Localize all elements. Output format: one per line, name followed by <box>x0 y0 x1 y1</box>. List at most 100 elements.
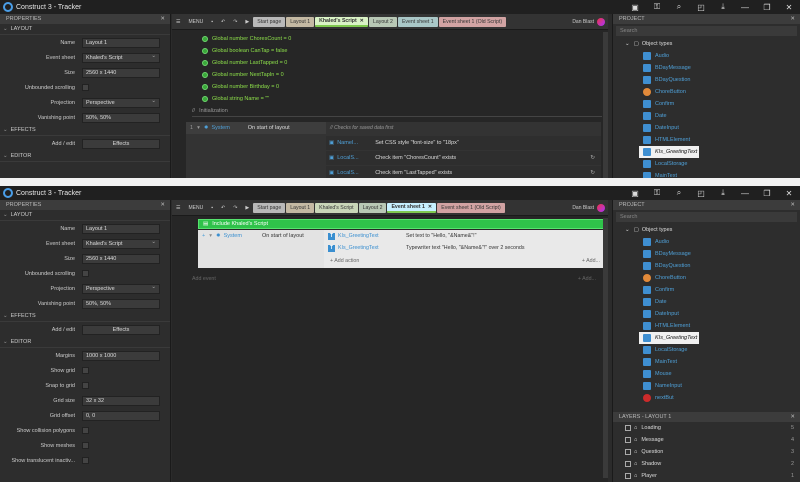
lock-icon[interactable]: ⌂ <box>634 425 637 431</box>
action-object[interactable]: NameI... <box>337 140 365 146</box>
object-types-folder[interactable]: ⌄ ▢ Object types <box>613 224 800 236</box>
lock-icon[interactable]: ⌂ <box>634 437 637 443</box>
undo-icon[interactable]: ↶ <box>217 205 229 211</box>
global-variable-row[interactable]: Global number Birthday = 0 <box>172 81 608 93</box>
project-object-audio[interactable]: Audio <box>613 236 800 248</box>
add-action-link[interactable]: + Add action <box>330 258 359 264</box>
condition[interactable]: On start of layout <box>262 233 304 239</box>
action-row[interactable]: T KIs_GreetingText Typewriter text "Hello,… <box>324 242 606 254</box>
download-icon[interactable]: ⤓ <box>712 2 734 12</box>
name-field[interactable]: Layout 1 <box>82 37 160 48</box>
project-object-bdaymessage[interactable]: BDayMessage <box>613 62 800 74</box>
action-text[interactable]: Typewriter text "Hello, "&Name&"!" over … <box>406 245 525 251</box>
tab-3[interactable]: Layout 2 <box>358 202 387 213</box>
project-object-dateinput[interactable]: DateInput <box>613 308 800 320</box>
tab-3[interactable]: Layout 2 <box>369 16 397 27</box>
eventsheet-select[interactable]: Khaled's Script <box>82 52 160 63</box>
tab-0[interactable]: Start page <box>253 16 286 27</box>
layer-row[interactable]: ⌂ Message 4 <box>613 434 800 446</box>
tab-1[interactable]: Layout 1 <box>286 202 315 213</box>
redo-icon[interactable]: ↷ <box>229 205 241 211</box>
project-object-maintext[interactable]: MainText <box>613 170 800 178</box>
menu-icon[interactable]: ☰ <box>172 19 184 25</box>
tab-0[interactable]: Start page <box>253 202 286 213</box>
close-icon[interactable]: ✕ <box>790 202 795 208</box>
action-row[interactable]: ▣ LocalS... Check item "LastTapped" exists… <box>326 166 601 178</box>
global-variable-row[interactable]: Global number NextTapIn = 0 <box>172 69 608 81</box>
project-object-bdayquestion[interactable]: BDayQuestion <box>613 74 800 86</box>
tab-2[interactable]: Khaled's Script ✕ <box>315 16 369 27</box>
menu-button[interactable]: MENU <box>184 19 207 25</box>
action-object[interactable]: KIs_GreetingText <box>338 245 400 251</box>
addon-icon[interactable]: ◰ <box>690 3 712 12</box>
scrollbar[interactable] <box>603 218 608 478</box>
minimize-icon[interactable]: — <box>734 189 756 198</box>
vanishing-field[interactable]: 50%, 50% <box>82 298 160 309</box>
play-icon[interactable]: ▶ <box>241 205 253 211</box>
event-block[interactable]: 1 ▾ ✹ System On start of layout // Checks… <box>186 122 601 178</box>
project-object-date[interactable]: Date <box>613 110 800 122</box>
global-variable-row[interactable]: Global boolean CanTap = false <box>172 45 608 57</box>
project-object-maintext[interactable]: MainText <box>613 356 800 368</box>
group-initialization[interactable]: //Initialization <box>192 105 602 117</box>
project-object-bdayquestion[interactable]: BDayQuestion <box>613 260 800 272</box>
project-object-bdaymessage[interactable]: BDayMessage <box>613 248 800 260</box>
action-text[interactable]: Check item "ChoresCount" exists <box>375 155 590 161</box>
layer-row[interactable]: ⌂ Question 3 <box>613 446 800 458</box>
global-variable-row[interactable]: Global number LastTapped = 0 <box>172 57 608 69</box>
eventsheet-select[interactable]: Khaled's Script <box>82 238 160 249</box>
tab-4[interactable]: Event sheet 1 <box>397 16 438 27</box>
layer-visible-checkbox[interactable] <box>625 473 631 479</box>
layer-visible-checkbox[interactable] <box>625 449 631 455</box>
layer-visible-checkbox[interactable] <box>625 425 631 431</box>
restore-icon[interactable]: ❐ <box>756 3 778 12</box>
system-object[interactable]: System <box>211 125 229 131</box>
play-icon[interactable]: ▶ <box>241 19 253 25</box>
vanishing-field[interactable]: 50%, 50% <box>82 112 160 123</box>
name-field[interactable]: Layout 1 <box>82 223 160 234</box>
section-editor[interactable]: ⌄ EDITOR <box>0 151 170 162</box>
include-row[interactable]: ▤ Include Khaled's Script <box>198 219 606 229</box>
project-object-kis_greetingtext[interactable]: KIs_GreetingText <box>639 332 699 344</box>
layer-row[interactable]: ⌂ Player 1 <box>613 470 800 482</box>
lock-icon[interactable]: ⌂ <box>634 449 637 455</box>
tab-5[interactable]: Event sheet 1 (Old Script) <box>437 202 505 213</box>
user-menu[interactable]: Dan Blast <box>572 203 608 212</box>
meshes-checkbox[interactable] <box>82 442 89 449</box>
project-object-nameinput[interactable]: NameInput <box>613 380 800 392</box>
menu-icon[interactable]: ☰ <box>172 205 184 211</box>
unbounded-checkbox[interactable] <box>82 84 89 91</box>
action-object[interactable]: LocalS... <box>337 155 365 161</box>
global-variable-row[interactable]: Global string Name = "" <box>172 93 608 105</box>
lock-icon[interactable]: ⌂ <box>634 461 637 467</box>
section-effects[interactable]: ⌄ EFFECTS <box>0 125 170 136</box>
action-text[interactable]: Set CSS style "font-size" to "18px" <box>375 140 601 146</box>
effects-button[interactable]: Effects <box>82 324 160 335</box>
undo-icon[interactable]: ↶ <box>217 19 229 25</box>
addon-icon[interactable]: ◰ <box>690 189 712 198</box>
project-object-confirm[interactable]: Confirm <box>613 284 800 296</box>
project-object-mouse[interactable]: Mouse <box>613 368 800 380</box>
effects-button[interactable]: Effects <box>82 138 160 149</box>
project-object-date[interactable]: Date <box>613 296 800 308</box>
project-object-localstorage[interactable]: LocalStorage <box>613 344 800 356</box>
key-icon[interactable]: ⚿ <box>646 188 668 198</box>
lock-icon[interactable]: ⌂ <box>634 473 637 479</box>
section-editor[interactable]: ⌄ EDITOR <box>0 337 170 348</box>
save-icon[interactable]: ▣ <box>624 3 646 12</box>
unbounded-checkbox[interactable] <box>82 270 89 277</box>
action-text[interactable]: Check item "LastTapped" exists <box>375 170 590 176</box>
save-icon[interactable]: ▪ <box>207 205 217 211</box>
project-object-chorebutton[interactable]: ChoreButton <box>613 272 800 284</box>
menu-button[interactable]: MENU <box>184 205 207 211</box>
tab-2[interactable]: Khaled's Script <box>315 202 358 213</box>
project-object-nextbut[interactable]: nextBut <box>613 392 800 404</box>
download-icon[interactable]: ⤓ <box>712 188 734 198</box>
project-object-confirm[interactable]: Confirm <box>613 98 800 110</box>
search-icon[interactable]: ⌕ <box>668 2 690 12</box>
size-field[interactable]: 2560 x 1440 <box>82 253 160 264</box>
action-row[interactable]: ▣ NameI... Set CSS style "font-size" to "1… <box>326 136 601 150</box>
gridoffset-field[interactable]: 0, 0 <box>82 410 160 421</box>
minimize-icon[interactable]: — <box>734 3 756 12</box>
action-object[interactable]: LocalS... <box>337 170 365 176</box>
